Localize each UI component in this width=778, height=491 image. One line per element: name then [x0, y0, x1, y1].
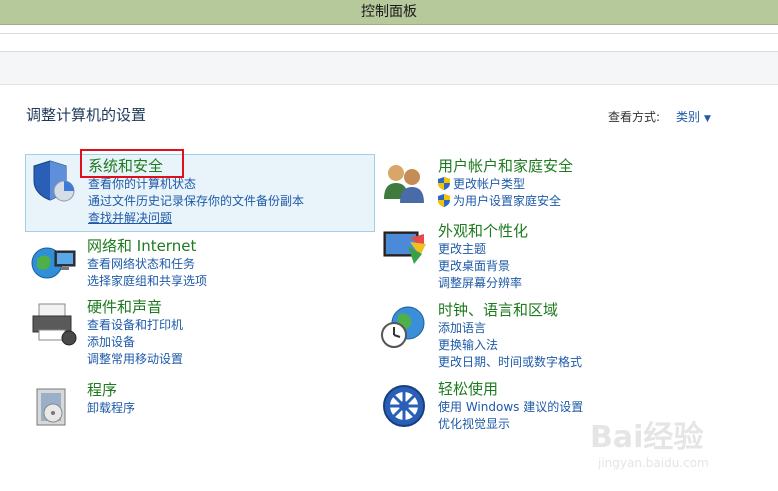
- user-accounts-icon: [384, 165, 424, 203]
- category-system-security[interactable]: 系统和安全 查看你的计算机状态 通过文件历史记录保存你的文件备份副本 查找并解决…: [25, 154, 375, 232]
- category-title[interactable]: 硬件和声音: [87, 296, 162, 317]
- menu-bar: [0, 25, 778, 34]
- hardware-sound-icon: [32, 303, 77, 346]
- category-title[interactable]: 轻松使用: [438, 378, 498, 399]
- watermark-url: jingyan.baidu.com: [598, 456, 709, 470]
- link-add-device[interactable]: 添加设备: [87, 334, 183, 351]
- link-windows-recommended-settings[interactable]: 使用 Windows 建议的设置: [438, 399, 583, 416]
- link-label: 为用户设置家庭安全: [453, 194, 562, 208]
- link-troubleshoot[interactable]: 查找并解决问题: [88, 210, 304, 227]
- link-uninstall-program[interactable]: 卸载程序: [87, 400, 135, 417]
- window-title: 控制面板: [361, 4, 417, 20]
- link-screen-resolution[interactable]: 调整屏幕分辨率: [438, 275, 522, 292]
- view-by-value: 类别: [676, 110, 701, 124]
- category-appearance[interactable]: 外观和个性化 更改主题 更改桌面背景 调整屏幕分辨率: [376, 220, 756, 290]
- link-desktop-background[interactable]: 更改桌面背景: [438, 258, 522, 275]
- programs-icon: [36, 388, 66, 426]
- link-view-computer-status[interactable]: 查看你的计算机状态: [88, 176, 304, 193]
- link-add-language[interactable]: 添加语言: [438, 320, 582, 337]
- link-change-input-method[interactable]: 更换输入法: [438, 337, 582, 354]
- category-title[interactable]: 外观和个性化: [438, 220, 528, 241]
- window-title-bar[interactable]: 控制面板: [0, 0, 778, 25]
- address-bar: [0, 52, 778, 85]
- uac-shield-icon: [438, 177, 450, 190]
- ribbon-bar: [0, 34, 778, 52]
- category-hardware-sound[interactable]: 硬件和声音 查看设备和打印机 添加设备 调整常用移动设置: [25, 296, 375, 366]
- category-clock-language-region[interactable]: 时钟、语言和区域 添加语言 更换输入法 更改日期、时间或数字格式: [376, 299, 756, 369]
- link-optimize-visual-display[interactable]: 优化视觉显示: [438, 416, 583, 433]
- network-internet-icon: [31, 247, 76, 279]
- system-security-icon: [33, 160, 75, 202]
- view-by-label: 查看方式:: [608, 110, 661, 124]
- link-mobility-settings[interactable]: 调整常用移动设置: [87, 351, 183, 368]
- category-title[interactable]: 程序: [87, 379, 117, 400]
- link-file-history[interactable]: 通过文件历史记录保存你的文件备份副本: [88, 193, 304, 210]
- uac-shield-icon: [438, 194, 450, 207]
- category-title[interactable]: 时钟、语言和区域: [438, 299, 558, 320]
- watermark-brand: Bai经验: [590, 420, 704, 455]
- clock-globe-icon: [381, 306, 425, 348]
- link-family-safety[interactable]: 为用户设置家庭安全: [438, 193, 561, 210]
- category-network-internet[interactable]: 网络和 Internet 查看网络状态和任务 选择家庭组和共享选项: [25, 235, 375, 293]
- annotation-highlight-box: [80, 149, 184, 178]
- chevron-down-icon: ▼: [704, 114, 711, 124]
- link-devices-printers[interactable]: 查看设备和打印机: [87, 317, 183, 334]
- link-label: 更改帐户类型: [453, 177, 526, 191]
- link-date-time-format[interactable]: 更改日期、时间或数字格式: [438, 354, 582, 371]
- category-user-accounts[interactable]: 用户帐户和家庭安全 更改帐户类型 为用户设置家庭安全: [376, 155, 756, 213]
- link-change-theme[interactable]: 更改主题: [438, 241, 522, 258]
- appearance-icon: [383, 231, 426, 264]
- watermark: Bai经验 jingyan.baidu.com: [590, 412, 760, 482]
- category-programs[interactable]: 程序 卸载程序: [25, 379, 375, 427]
- link-homegroup[interactable]: 选择家庭组和共享选项: [87, 273, 207, 290]
- link-change-account-type[interactable]: 更改帐户类型: [438, 176, 561, 193]
- category-title[interactable]: 网络和 Internet: [87, 235, 196, 256]
- link-network-status[interactable]: 查看网络状态和任务: [87, 256, 207, 273]
- view-by-dropdown[interactable]: 类别 ▼: [676, 108, 711, 125]
- category-title[interactable]: 用户帐户和家庭安全: [438, 155, 573, 176]
- page-title: 调整计算机的设置: [26, 106, 147, 124]
- ease-of-access-icon: [383, 385, 425, 427]
